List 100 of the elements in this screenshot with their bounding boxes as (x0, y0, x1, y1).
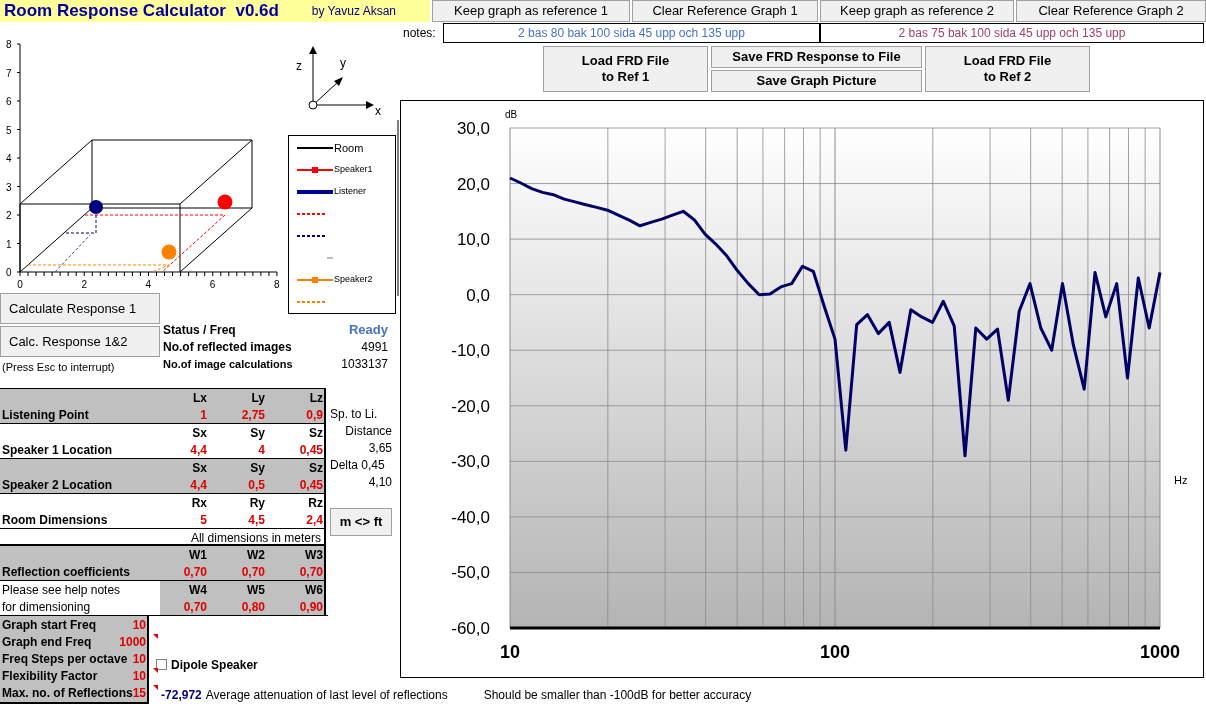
value-cell[interactable]: 0,80 (210, 598, 268, 615)
hint-text: (Press Esc to interrupt) (1, 360, 116, 376)
value-cell[interactable]: 10 (132, 666, 148, 685)
row-label: Speaker 2 Location (1, 477, 114, 493)
dipole-checkbox[interactable]: Dipole Speaker (156, 656, 258, 673)
column-header: W3 (304, 547, 324, 563)
legend-dash (327, 257, 333, 259)
y-tick-label: -10,0 (451, 341, 490, 361)
calculate-button[interactable]: Calc. Response 1&2 (0, 326, 160, 358)
value-cell[interactable]: 0,70 (150, 563, 210, 580)
tick-label: 8 (274, 279, 280, 290)
row-label: Reflection coefficients (1, 564, 132, 580)
value-cell[interactable]: 0,70 (268, 563, 326, 580)
value-cell[interactable]: 2,4 (268, 511, 326, 528)
y-tick-label: -30,0 (451, 452, 490, 472)
column-header: W6 (304, 582, 324, 598)
row-label: Room Dimensions (1, 512, 109, 528)
y-tick-label: 10,0 (456, 230, 490, 250)
toolbar-button[interactable]: Clear Reference Graph 2 (1016, 0, 1206, 22)
row-label: Speaker 1 Location (1, 442, 114, 458)
status-label: Status / Freq (163, 321, 236, 339)
value-cell[interactable]: 1 (150, 406, 210, 423)
speaker-marker (161, 244, 177, 260)
value-cell[interactable]: 5 (150, 511, 210, 528)
toolbar-button[interactable]: Clear Reference Graph 1 (632, 0, 818, 22)
tick-label: 6 (6, 96, 12, 107)
notes-field[interactable]: 2 bas 80 bak 100 sida 45 upp och 135 upp (443, 23, 820, 43)
notes-label: notes: (402, 25, 437, 42)
status-label: No.of reflected images (163, 338, 292, 356)
app-title: Room Response Calculator v0.6d (4, 0, 279, 23)
save-response-button[interactable]: Save FRD Response to File (711, 46, 922, 68)
value-cell[interactable]: 1000 (119, 632, 148, 651)
value-cell[interactable]: 4,4 (150, 441, 210, 458)
tick-label: 0 (6, 267, 12, 278)
legend-label: Speaker1 (334, 163, 373, 177)
y-tick-label: 0,0 (466, 285, 490, 305)
value-cell[interactable]: 0,45 (268, 476, 326, 493)
setting-label: Flexibility Factor (1, 667, 98, 685)
help-text: for dimensioning (1, 599, 92, 615)
value-cell[interactable]: 10 (132, 649, 148, 668)
y-tick-label: -40,0 (451, 507, 490, 527)
calculate-button[interactable]: Calculate Response 1 (0, 293, 160, 325)
column-header: Sx (191, 425, 208, 441)
author-label: by Yavuz Aksan (311, 3, 396, 20)
notes-field[interactable]: 2 bas 75 bak 100 sida 45 upp och 135 upp (820, 23, 1204, 43)
y-tick-label: -60,0 (451, 619, 490, 638)
value-cell[interactable]: 0,9 (268, 406, 326, 423)
axes-drawing (308, 46, 374, 110)
value-cell[interactable]: 0,5 (210, 476, 268, 493)
load-file-button[interactable]: Load FRD File to Ref 1 (543, 46, 708, 92)
column-header: W1 (188, 547, 208, 563)
tick-label: 1 (6, 238, 12, 250)
tick-label: 4 (6, 153, 12, 164)
save-picture-button[interactable]: Save Graph Picture (711, 70, 922, 92)
axis-letter: z (296, 59, 302, 73)
speaker-marker (217, 194, 233, 210)
setting-label: Max. no. of Reflections (1, 684, 133, 702)
checkbox[interactable] (156, 659, 168, 670)
value-cell[interactable]: 10 (132, 615, 148, 634)
tick-label: 3 (6, 181, 12, 193)
y-tick-label: 20,0 (456, 174, 490, 194)
legend-label: Speaker2 (334, 273, 373, 287)
setting-label: Graph start Freq (1, 616, 97, 634)
value-cell[interactable]: 0,45 (268, 441, 326, 458)
column-header: Lz (308, 390, 324, 406)
y-tick-label: 30,0 (456, 119, 490, 138)
value-cell[interactable]: 15 (132, 683, 148, 702)
tick-label: 6 (209, 279, 216, 290)
value-cell[interactable]: 0,90 (268, 598, 326, 615)
value-cell[interactable]: 0,70 (160, 598, 210, 615)
column-header: Sz (308, 425, 324, 441)
status-value: 4991 (361, 338, 388, 356)
value-cell[interactable]: 0,70 (210, 563, 268, 580)
y-tick-label: -50,0 (451, 563, 490, 583)
value-cell[interactable]: 2,75 (210, 406, 268, 423)
tick-label: 2 (81, 279, 87, 290)
side-note: Distance (344, 423, 393, 439)
x-tick-label: 1000 (1140, 642, 1180, 662)
row-label: Listening Point (1, 407, 90, 423)
column-header: Sy (249, 425, 266, 441)
value-cell[interactable]: 4,5 (210, 511, 268, 528)
toolbar-button[interactable]: Keep graph as reference 1 (432, 0, 630, 22)
column-header: Sx (191, 460, 208, 476)
value-cell[interactable]: 4,4 (150, 476, 210, 493)
toolbar-button[interactable]: Keep graph as reference 2 (820, 0, 1014, 22)
tick-label: 2 (6, 210, 12, 221)
help-text: Please see help notes (1, 582, 122, 598)
side-note: 4,10 (367, 474, 393, 490)
status-value: 1033137 (341, 355, 388, 373)
tick-label: 8 (6, 39, 12, 50)
column-header: Ry (248, 495, 266, 511)
column-header: Ly (250, 390, 266, 406)
attenuation-value: -72,972 (161, 687, 202, 704)
load-file-button[interactable]: Load FRD File to Ref 2 (925, 46, 1090, 92)
column-header: Rx (190, 495, 208, 511)
status-label: No.of image calculations (163, 356, 293, 372)
unit-toggle-button[interactable]: m <> ft (330, 508, 392, 536)
side-note: Sp. to Li. (330, 406, 379, 422)
x-axis-title: Hz (1174, 474, 1188, 486)
value-cell[interactable]: 4 (210, 441, 268, 458)
